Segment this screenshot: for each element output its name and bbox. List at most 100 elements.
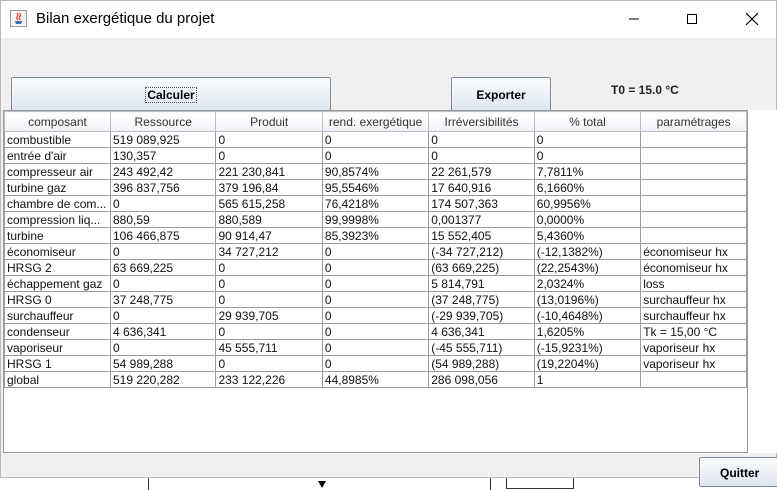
table-cell[interactable]: [640, 211, 747, 228]
table-cell[interactable]: économiseur hx: [640, 259, 747, 276]
table-cell[interactable]: 0: [321, 275, 430, 292]
table-row[interactable]: chambre de com... 0 565 615,258 76,4218% 174…: [4, 195, 747, 212]
table-cell[interactable]: 15 552,405: [428, 227, 535, 244]
table-cell[interactable]: (-12,1382%): [533, 243, 642, 260]
table-cell[interactable]: (22,2543%): [533, 259, 642, 276]
close-button[interactable]: [729, 5, 775, 33]
table-cell[interactable]: (-15,9231%): [533, 339, 642, 356]
table-cell[interactable]: 2,0324%: [533, 275, 642, 292]
table-cell[interactable]: 0: [321, 323, 430, 340]
table-cell[interactable]: 60,9956%: [533, 195, 642, 212]
table-cell[interactable]: [640, 371, 747, 388]
table-cell[interactable]: turbine: [4, 227, 111, 244]
table-cell[interactable]: 0: [533, 131, 642, 148]
table-cell[interactable]: 63 669,225: [109, 259, 217, 276]
table-cell[interactable]: 0: [109, 307, 217, 324]
table-cell[interactable]: 130,357: [109, 147, 217, 164]
table-cell[interactable]: 0: [109, 275, 217, 292]
table-cell[interactable]: 396 837,756: [109, 179, 217, 196]
table-cell[interactable]: surchauffeur hx: [640, 291, 747, 308]
table-cell[interactable]: HRSG 2: [4, 259, 111, 276]
table-cell[interactable]: [640, 131, 747, 148]
table-cell[interactable]: 0: [215, 147, 323, 164]
table-cell[interactable]: HRSG 1: [4, 355, 111, 372]
table-cell[interactable]: (-34 727,212): [428, 243, 535, 260]
table-cell[interactable]: 4 636,341: [428, 323, 535, 340]
table-row[interactable]: condenseur 4 636,341 0 0 4 636,341 1,6205% Tk …: [4, 323, 747, 340]
table-cell[interactable]: [640, 227, 747, 244]
table-cell[interactable]: (37 248,775): [428, 291, 535, 308]
table-cell[interactable]: 0: [215, 323, 323, 340]
table-cell[interactable]: 5,4360%: [533, 227, 642, 244]
table-cell[interactable]: 90,8574%: [321, 163, 430, 180]
table-cell[interactable]: échappement gaz: [4, 275, 111, 292]
minimize-button[interactable]: [611, 5, 657, 33]
table-row[interactable]: HRSG 2 63 669,225 0 0 (63 669,225) (22,2543%)…: [4, 259, 747, 276]
table-cell[interactable]: économiseur: [4, 243, 111, 260]
table-row[interactable]: économiseur 0 34 727,212 0 (-34 727,212) (-12…: [4, 243, 747, 260]
table-row[interactable]: combustible 519 089,925 0 0 0 0: [4, 131, 747, 148]
table-cell[interactable]: 1,6205%: [533, 323, 642, 340]
table-row[interactable]: turbine gaz 396 837,756 379 196,84 95,5546%…: [4, 179, 747, 196]
table-cell[interactable]: 99,9998%: [321, 211, 430, 228]
table-cell[interactable]: 29 939,705: [215, 307, 323, 324]
table-cell[interactable]: 95,5546%: [321, 179, 430, 196]
table-cell[interactable]: chambre de com...: [4, 195, 111, 212]
table-cell[interactable]: 0: [215, 275, 323, 292]
table-cell[interactable]: 0: [215, 259, 323, 276]
table-cell[interactable]: turbine gaz: [4, 179, 111, 196]
table-cell[interactable]: 0: [321, 259, 430, 276]
table-cell[interactable]: 44,8985%: [321, 371, 430, 388]
table-cell[interactable]: 0: [428, 131, 535, 148]
table-cell[interactable]: 6,1660%: [533, 179, 642, 196]
table-cell[interactable]: [640, 163, 747, 180]
table-cell[interactable]: 1: [533, 371, 642, 388]
table-cell[interactable]: vaporiseur hx: [640, 339, 747, 356]
table-row[interactable]: HRSG 1 54 989,288 0 0 (54 989,288) (19,2204%)…: [4, 355, 747, 372]
table-cell[interactable]: 106 466,875: [109, 227, 217, 244]
table-row[interactable]: compression liq... 880,59 880,589 99,9998% 0…: [4, 211, 747, 228]
table-cell[interactable]: (54 989,288): [428, 355, 535, 372]
table-cell[interactable]: 0: [321, 307, 430, 324]
table-row[interactable]: entrée d'air 130,357 0 0 0 0: [4, 147, 747, 164]
table-cell[interactable]: loss: [640, 275, 747, 292]
table-cell[interactable]: compression liq...: [4, 211, 111, 228]
table-cell[interactable]: 0: [215, 355, 323, 372]
table-cell[interactable]: 0: [321, 339, 430, 356]
table-cell[interactable]: 85,3923%: [321, 227, 430, 244]
table-cell[interactable]: 519 220,282: [109, 371, 217, 388]
exergy-table-container[interactable]: composant Ressource Produit rend. exergétiq…: [3, 110, 748, 453]
table-cell[interactable]: entrée d'air: [4, 147, 111, 164]
calculate-button[interactable]: Calculer: [11, 77, 331, 112]
table-cell[interactable]: surchauffeur hx: [640, 307, 747, 324]
title-bar[interactable]: Bilan exergétique du projet: [1, 1, 776, 38]
table-cell[interactable]: (-45 555,711): [428, 339, 535, 356]
table-cell[interactable]: condenseur: [4, 323, 111, 340]
table-cell[interactable]: 233 122,226: [215, 371, 323, 388]
table-cell[interactable]: 519 089,925: [109, 131, 217, 148]
table-cell[interactable]: 0: [321, 131, 430, 148]
maximize-button[interactable]: [669, 5, 715, 33]
table-cell[interactable]: 0: [215, 291, 323, 308]
table-cell[interactable]: 54 989,288: [109, 355, 217, 372]
table-cell[interactable]: 17 640,916: [428, 179, 535, 196]
table-cell[interactable]: 0: [428, 147, 535, 164]
table-cell[interactable]: Tk = 15,00 °C: [640, 323, 747, 340]
table-cell[interactable]: vaporiseur: [4, 339, 111, 356]
table-cell[interactable]: vaporiseur hx: [640, 355, 747, 372]
table-cell[interactable]: 7,7811%: [533, 163, 642, 180]
table-cell[interactable]: 4 636,341: [109, 323, 217, 340]
table-cell[interactable]: 0: [321, 147, 430, 164]
table-cell[interactable]: 0,001377: [428, 211, 535, 228]
table-cell[interactable]: 0: [321, 291, 430, 308]
table-cell[interactable]: (-29 939,705): [428, 307, 535, 324]
table-cell[interactable]: [640, 195, 747, 212]
table-cell[interactable]: 174 507,363: [428, 195, 535, 212]
column-header[interactable]: % total: [533, 111, 642, 132]
table-cell[interactable]: combustible: [4, 131, 111, 148]
table-cell[interactable]: global: [4, 371, 111, 388]
quit-button[interactable]: Quitter: [699, 457, 777, 487]
table-cell[interactable]: 0: [533, 147, 642, 164]
table-cell[interactable]: compresseur air: [4, 163, 111, 180]
table-cell[interactable]: 90 914,47: [215, 227, 323, 244]
